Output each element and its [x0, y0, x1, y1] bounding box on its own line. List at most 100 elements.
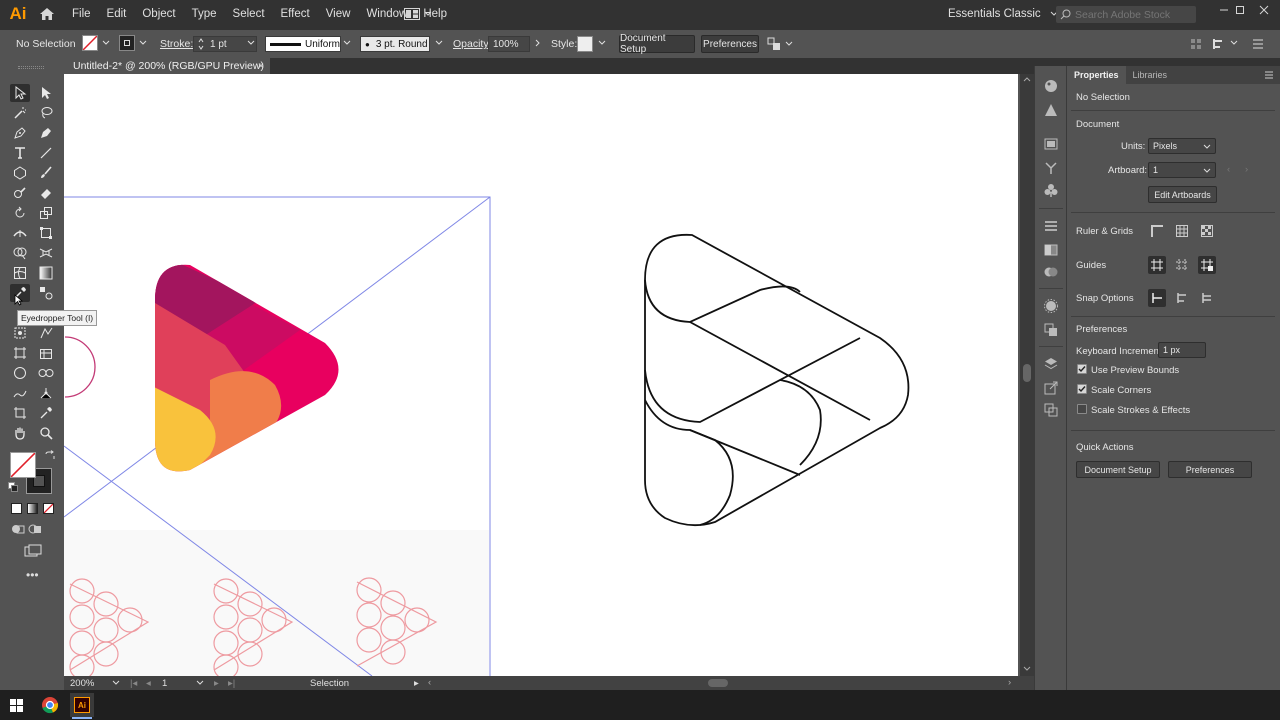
scale-tool[interactable]: [36, 204, 56, 222]
direct-selection-tool[interactable]: [36, 84, 56, 102]
stock-search[interactable]: [1056, 6, 1196, 23]
menu-object[interactable]: Object: [134, 0, 183, 28]
snap-to-pixel-toggle[interactable]: [1173, 289, 1191, 307]
paintbrush-tool[interactable]: [36, 164, 56, 182]
zoom-dropdown-icon[interactable]: [112, 680, 120, 686]
scroll-right-icon[interactable]: ›: [1008, 677, 1011, 688]
fill-dropdown-icon[interactable]: [102, 39, 110, 47]
stroke-panel-icon[interactable]: [1043, 218, 1059, 234]
grid-toggle[interactable]: [1173, 222, 1191, 240]
gradient-panel-icon[interactable]: [1043, 242, 1059, 258]
rotate-tool[interactable]: [10, 204, 30, 222]
variable-width-profile[interactable]: Uniform: [265, 36, 341, 52]
shaper-tool[interactable]: [10, 184, 30, 202]
horizontal-scroll-thumb[interactable]: [708, 679, 728, 687]
free-transform-tool[interactable]: [36, 224, 56, 242]
shape-tool[interactable]: [10, 164, 30, 182]
transform-dropdown-icon[interactable]: [1230, 40, 1238, 46]
artboard-dropdown-icon[interactable]: [196, 680, 204, 686]
arrange-documents-icon[interactable]: [404, 6, 438, 22]
ellipse-tool[interactable]: [10, 364, 30, 382]
crop-tool[interactable]: [10, 404, 30, 422]
vertical-scrollbar[interactable]: [1020, 74, 1034, 676]
menu-file[interactable]: File: [64, 0, 99, 28]
arrange-icon[interactable]: [767, 37, 795, 51]
color-guide-icon[interactable]: [1043, 102, 1059, 118]
home-icon[interactable]: [36, 0, 58, 28]
stroke-label[interactable]: Stroke:: [160, 30, 193, 58]
close-document-icon[interactable]: ×: [258, 58, 264, 74]
stroke-swatch[interactable]: [119, 35, 135, 51]
first-artboard-icon[interactable]: |◂: [130, 678, 137, 689]
opacity-arrow-icon[interactable]: [534, 39, 542, 47]
align-icon[interactable]: [1190, 38, 1202, 50]
stroke-weight-dropdown-icon[interactable]: [247, 39, 255, 47]
edit-toolbar-icon[interactable]: •••: [26, 568, 39, 582]
color-mode-button[interactable]: [11, 503, 22, 514]
show-guides-toggle[interactable]: [1148, 256, 1166, 274]
artboard-number[interactable]: 1: [162, 678, 167, 689]
none-mode-button[interactable]: [43, 503, 54, 514]
toolbar-grip[interactable]: [18, 66, 44, 69]
lasso-tool[interactable]: [36, 104, 56, 122]
artboard-tool[interactable]: [10, 344, 30, 362]
width-tool[interactable]: [10, 224, 30, 242]
style-dropdown-icon[interactable]: [598, 39, 606, 47]
transparency-icon[interactable]: [1043, 264, 1059, 280]
brush-definition[interactable]: ● 3 pt. Round: [360, 36, 430, 52]
scroll-down-icon[interactable]: [1023, 666, 1031, 672]
measure-tool[interactable]: [36, 404, 56, 422]
artboard[interactable]: [64, 74, 1018, 676]
magic-wand-tool[interactable]: [10, 104, 30, 122]
transparency-grid-toggle[interactable]: [1198, 222, 1216, 240]
infinity-tool[interactable]: [36, 364, 56, 382]
gradient-tool[interactable]: [36, 264, 56, 282]
column-graph-tool[interactable]: [36, 324, 56, 342]
previous-artboard-icon[interactable]: ◂: [146, 678, 151, 689]
menu-type[interactable]: Type: [184, 0, 225, 28]
ruler-toggle[interactable]: [1148, 222, 1166, 240]
graphic-styles-icon[interactable]: [1043, 322, 1059, 338]
selection-tool[interactable]: [10, 84, 30, 102]
pencil-tool[interactable]: [10, 384, 30, 402]
snap-to-glyph-toggle[interactable]: [1198, 289, 1216, 307]
draw-inside-icon[interactable]: [28, 523, 42, 535]
units-select[interactable]: Pixels: [1148, 138, 1216, 154]
start-button[interactable]: [4, 693, 28, 717]
maximize-button[interactable]: [1228, 0, 1252, 20]
next-artboard-arrow-icon[interactable]: ›: [1245, 164, 1248, 175]
tab-libraries[interactable]: Libraries: [1126, 66, 1175, 84]
profile-dropdown-icon[interactable]: [343, 39, 351, 47]
default-colors-icon[interactable]: [8, 482, 18, 492]
opacity-field[interactable]: 100%: [488, 36, 530, 52]
fill-swatch[interactable]: [82, 35, 98, 51]
fill-color-swatch[interactable]: [10, 452, 36, 478]
search-input[interactable]: [1075, 8, 1193, 21]
appearance-icon[interactable]: [1043, 298, 1059, 314]
use-preview-bounds-checkbox[interactable]: [1077, 364, 1087, 374]
pen-tool[interactable]: [10, 124, 30, 142]
artboards-panel-icon[interactable]: [1043, 402, 1059, 418]
brushes-icon[interactable]: [1043, 160, 1059, 176]
illustrator-taskbar-button[interactable]: Ai: [70, 693, 94, 717]
stroke-dropdown-icon[interactable]: [139, 39, 147, 47]
curvature-tool[interactable]: [36, 124, 56, 142]
eraser-tool[interactable]: [36, 184, 56, 202]
menu-select[interactable]: Select: [225, 0, 273, 28]
drawing-mode-icon[interactable]: [11, 523, 25, 535]
zoom-level[interactable]: 200%: [70, 678, 94, 689]
keyboard-increment-field[interactable]: 1 px: [1158, 342, 1206, 358]
graphic-style-swatch[interactable]: [577, 36, 593, 52]
brush-dropdown-icon[interactable]: [435, 39, 443, 47]
layers-icon[interactable]: [1043, 356, 1059, 372]
menu-edit[interactable]: Edit: [99, 0, 135, 28]
artboard-select[interactable]: 1: [1148, 162, 1216, 178]
lock-guides-toggle[interactable]: [1198, 256, 1216, 274]
control-menu-icon[interactable]: [1252, 38, 1264, 50]
canvas-area[interactable]: [64, 74, 1020, 676]
swatches-icon[interactable]: [1043, 136, 1059, 152]
color-panel-icon[interactable]: [1043, 78, 1059, 94]
preferences-button[interactable]: Preferences: [701, 35, 759, 53]
gradient-mode-button[interactable]: [27, 503, 38, 514]
shape-builder-tool[interactable]: [10, 244, 30, 262]
